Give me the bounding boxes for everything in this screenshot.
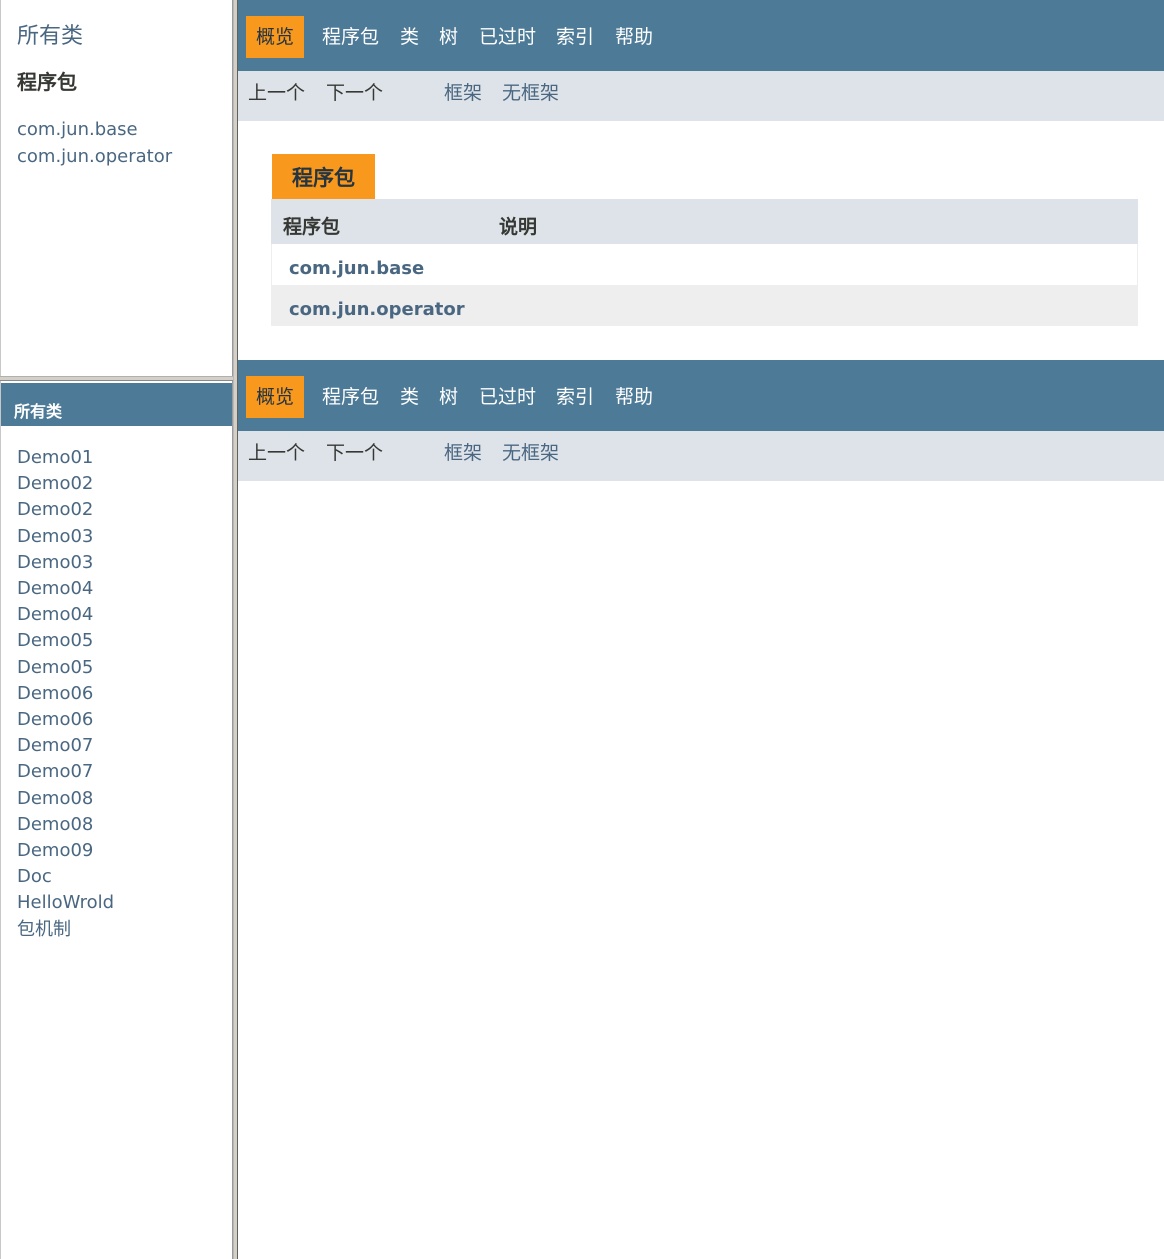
class-link[interactable]: 包机制 <box>17 917 114 943</box>
no-frames-link[interactable]: 无框架 <box>502 431 559 475</box>
no-frames-link[interactable]: 无框架 <box>502 71 559 115</box>
nav-help-link[interactable]: 帮助 <box>615 16 653 58</box>
class-link[interactable]: Demo04 <box>17 602 114 628</box>
class-link[interactable]: Demo01 <box>17 445 114 471</box>
table-row: com.jun.base <box>271 244 1138 285</box>
nav-class-link[interactable]: 类 <box>400 16 419 58</box>
nav-deprecated-link[interactable]: 已过时 <box>479 376 536 418</box>
nav-tree-link[interactable]: 树 <box>439 376 458 418</box>
class-link[interactable]: Demo03 <box>17 550 114 576</box>
class-list: Demo01 Demo02 Demo02 Demo03 Demo03 Demo0… <box>17 445 114 943</box>
table-header-row: 程序包 说明 <box>271 199 1138 244</box>
class-link[interactable]: Demo04 <box>17 576 114 602</box>
class-link[interactable]: Demo02 <box>17 471 114 497</box>
bottom-sub-nav-bar: 上一个 下一个 框架 无框架 <box>238 431 1164 481</box>
class-list-frame[interactable]: 所有类 Demo01 Demo02 Demo02 Demo03 Demo03 D… <box>0 381 233 1259</box>
left-frames: 所有类 程序包 com.jun.base com.jun.operator 所有… <box>0 0 233 1259</box>
package-list: com.jun.base com.jun.operator <box>17 116 172 170</box>
nav-deprecated-link[interactable]: 已过时 <box>479 16 536 58</box>
class-link[interactable]: Demo07 <box>17 733 114 759</box>
nav-package-link[interactable]: 程序包 <box>322 376 379 418</box>
class-link[interactable]: Demo05 <box>17 655 114 681</box>
class-link[interactable]: Demo02 <box>17 497 114 523</box>
next-link: 下一个 <box>326 82 384 104</box>
nav-index-link[interactable]: 索引 <box>556 376 594 418</box>
nav-tree-link[interactable]: 树 <box>439 16 458 58</box>
packages-heading: 程序包 <box>17 70 77 94</box>
nav-index-link[interactable]: 索引 <box>556 16 594 58</box>
sub-nav-bar: 上一个 下一个 框架 无框架 <box>238 71 1164 121</box>
package-row-link-operator[interactable]: com.jun.operator <box>289 285 465 335</box>
class-link[interactable]: Demo09 <box>17 838 114 864</box>
top-nav-bar: 概览 程序包 类 树 已过时 索引 帮助 <box>238 0 1164 71</box>
package-link-operator[interactable]: com.jun.operator <box>17 143 172 170</box>
nav-overview-tab[interactable]: 概览 <box>246 16 305 58</box>
class-link[interactable]: Demo05 <box>17 628 114 654</box>
frames-link[interactable]: 框架 <box>444 71 482 115</box>
package-link-base[interactable]: com.jun.base <box>17 116 172 143</box>
prev-link: 上一个 <box>248 82 306 104</box>
class-link[interactable]: Demo07 <box>17 759 114 785</box>
nav-class-link[interactable]: 类 <box>400 376 419 418</box>
nav-package-link[interactable]: 程序包 <box>322 16 379 58</box>
package-list-frame[interactable]: 所有类 程序包 com.jun.base com.jun.operator <box>0 0 233 376</box>
all-classes-link[interactable]: 所有类 <box>17 18 83 50</box>
nav-help-link[interactable]: 帮助 <box>615 376 653 418</box>
class-link[interactable]: Demo03 <box>17 524 114 550</box>
package-summary-table: 程序包 说明 com.jun.base com.jun.operator <box>271 199 1138 326</box>
package-summary-caption: 程序包 <box>272 154 375 199</box>
class-link[interactable]: Demo06 <box>17 707 114 733</box>
class-link[interactable]: Demo08 <box>17 786 114 812</box>
frames-link[interactable]: 框架 <box>444 431 482 475</box>
class-link[interactable]: HelloWrold <box>17 890 114 916</box>
prev-link: 上一个 <box>248 442 306 464</box>
class-link[interactable]: Demo06 <box>17 681 114 707</box>
nav-overview-tab[interactable]: 概览 <box>246 376 305 418</box>
bottom-nav-bar: 概览 程序包 类 树 已过时 索引 帮助 <box>238 360 1164 431</box>
all-classes-title: 所有类 <box>1 383 232 426</box>
class-link[interactable]: Demo08 <box>17 812 114 838</box>
main-content-frame: 概览 程序包 类 树 已过时 索引 帮助 上一个 下一个 框架 无框架 程序包 … <box>238 0 1164 1259</box>
table-row: com.jun.operator <box>271 285 1138 326</box>
next-link: 下一个 <box>326 442 384 464</box>
class-link[interactable]: Doc <box>17 864 114 890</box>
